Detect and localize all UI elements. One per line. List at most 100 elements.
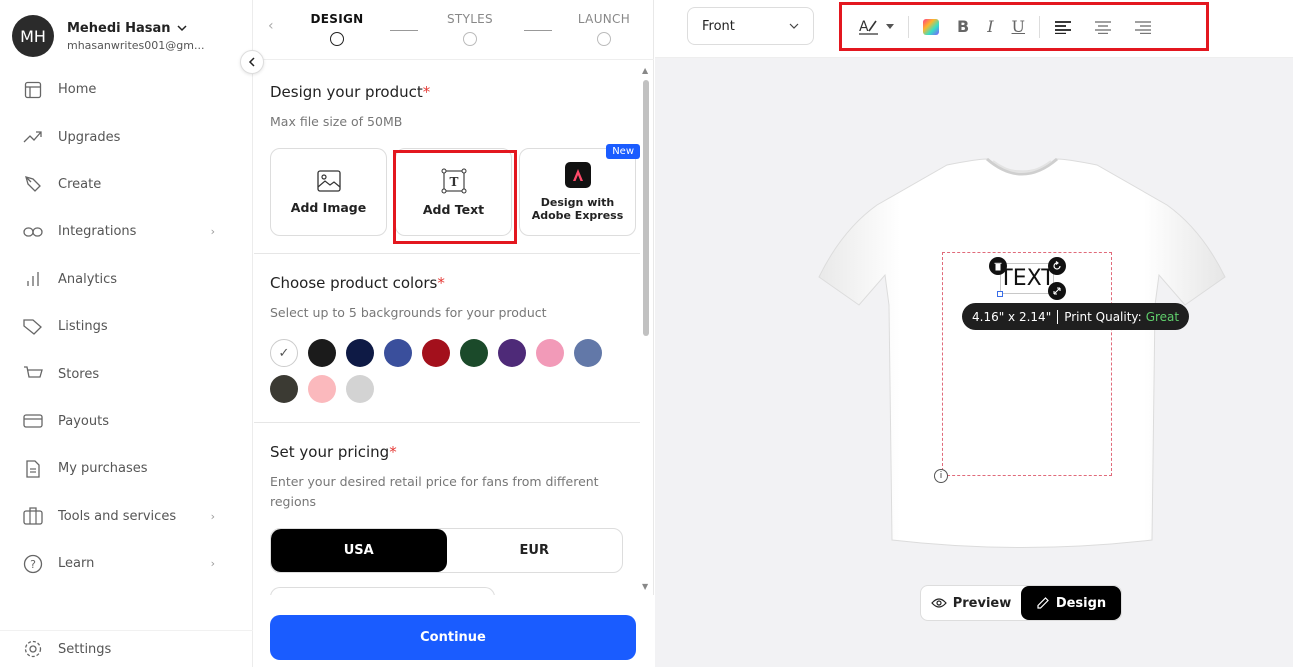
corner-handle[interactable] [997, 291, 1003, 297]
pricing-section-subtitle: Enter your desired retail price for fans… [270, 474, 599, 509]
scroll-up-icon[interactable]: ▲ [642, 66, 648, 75]
sidebar-item-label: Listings [58, 319, 108, 335]
sidebar: MH Mehedi Hasan mhasanwrites001@gm... Ho… [0, 0, 253, 667]
chevron-left-icon [248, 57, 255, 67]
italic-button[interactable]: I [987, 15, 993, 39]
add-text-highlight [393, 150, 517, 244]
font-style-button[interactable]: A [858, 15, 894, 39]
continue-button[interactable]: Continue [270, 615, 636, 660]
step-design[interactable]: DESIGN [310, 12, 364, 46]
currency-toggle: USA EUR [270, 528, 623, 573]
step-launch[interactable]: LAUNCH [576, 12, 632, 46]
step-connector [390, 30, 418, 31]
sidebar-item-listings[interactable]: Listings [0, 303, 253, 350]
scroll-down-icon[interactable]: ▼ [642, 582, 648, 591]
sidebar-item-payouts[interactable]: Payouts [0, 398, 253, 445]
sidebar-item-label: Upgrades [58, 129, 121, 145]
adobe-express-label: Design with Adobe Express [531, 196, 624, 222]
design-options-scroll[interactable]: Design your product* Max file size of 50… [254, 61, 644, 595]
tag-icon [23, 317, 43, 337]
design-mode-button[interactable]: Design [1021, 586, 1121, 620]
avatar[interactable]: MH [12, 15, 54, 57]
panel-scrollbar[interactable]: ▲ ▼ [642, 64, 650, 591]
image-icon [316, 169, 341, 192]
sidebar-item-home[interactable]: Home [0, 66, 253, 113]
sidebar-item-tools-and-services[interactable]: Tools and services › [0, 493, 253, 540]
mode-toggle: Preview Design [920, 585, 1122, 621]
eye-icon [930, 598, 947, 608]
underline-button[interactable]: U [1012, 15, 1025, 39]
color-swatch[interactable] [346, 375, 374, 403]
sidebar-item-analytics[interactable]: Analytics [0, 256, 253, 303]
align-left-button[interactable] [1054, 15, 1072, 39]
color-swatch[interactable] [498, 339, 526, 367]
sidebar-item-label: Payouts [58, 413, 109, 429]
bold-button[interactable]: B [957, 15, 969, 39]
currency-usa-tab[interactable]: USA [271, 529, 447, 572]
chevron-right-icon: › [210, 225, 215, 239]
step-styles[interactable]: STYLES [442, 12, 498, 46]
back-chevron-icon[interactable]: ‹ [268, 18, 274, 34]
color-swatch[interactable] [346, 339, 374, 367]
design-section-subtitle: Max file size of 50MB [270, 114, 403, 129]
sidebar-item-label: Create [58, 176, 102, 192]
sidebar-item-learn[interactable]: ? Learn › [0, 540, 253, 587]
sidebar-item-label: Stores [58, 366, 100, 382]
section-divider [254, 422, 640, 423]
sidebar-item-label: Analytics [58, 271, 118, 287]
align-left-icon [1055, 20, 1072, 34]
sidebar-item-upgrades[interactable]: Upgrades [0, 113, 253, 160]
sidebar-item-label: Learn [58, 556, 95, 572]
chevron-down-icon [789, 23, 799, 29]
pencil-icon [1037, 597, 1049, 609]
colors-section-title: Choose product colors* [270, 274, 445, 292]
step-indicator [463, 32, 477, 46]
sidebar-item-my-purchases[interactable]: My purchases [0, 445, 253, 492]
text-color-button[interactable] [923, 15, 939, 39]
sidebar-item-integrations[interactable]: Integrations › [0, 208, 253, 255]
sidebar-item-settings[interactable]: Settings [0, 630, 253, 667]
collapse-sidebar-button[interactable] [240, 50, 264, 74]
align-right-button[interactable] [1134, 15, 1152, 39]
rotate-handle[interactable] [1048, 257, 1066, 275]
adobe-express-icon [564, 162, 591, 188]
align-center-button[interactable] [1094, 15, 1112, 39]
color-swatch[interactable] [422, 339, 450, 367]
profile-email: mhasanwrites001@gm... [67, 38, 205, 52]
svg-text:?: ? [30, 558, 36, 571]
color-swatch[interactable] [308, 339, 336, 367]
delete-handle[interactable] [989, 257, 1007, 275]
section-divider [254, 253, 640, 254]
bar-chart-icon [23, 269, 43, 289]
chevron-right-icon: › [210, 509, 215, 523]
color-swatch[interactable] [308, 375, 336, 403]
price-input[interactable] [270, 587, 495, 595]
currency-eur-tab[interactable]: EUR [447, 529, 623, 572]
step-indicator [330, 32, 344, 46]
trend-up-icon [23, 127, 43, 147]
svg-text:A: A [859, 19, 869, 35]
color-swatch[interactable] [536, 339, 564, 367]
color-swatch[interactable] [270, 375, 298, 403]
profile-menu[interactable]: MH Mehedi Hasan mhasanwrites001@gm... [12, 15, 204, 57]
view-select[interactable]: Front [687, 7, 814, 45]
design-section-title: Design your product* [270, 83, 431, 101]
color-swatch[interactable]: ✓ [270, 339, 298, 367]
text-object[interactable]: TEXT [999, 263, 1055, 294]
step-indicator [597, 32, 611, 46]
sidebar-item-label: My purchases [58, 461, 148, 477]
profile-name: Mehedi Hasan [67, 20, 171, 36]
adobe-express-button[interactable]: New Design with Adobe Express [519, 144, 640, 236]
sidebar-item-create[interactable]: Create [0, 161, 253, 208]
preview-button[interactable]: Preview [921, 586, 1021, 620]
add-image-button[interactable]: Add Image [270, 148, 387, 236]
sidebar-item-stores[interactable]: Stores [0, 350, 253, 397]
toolbox-icon [23, 506, 43, 526]
color-swatch[interactable] [384, 339, 412, 367]
resize-handle[interactable] [1048, 282, 1066, 300]
new-badge: New [606, 144, 640, 159]
color-swatch[interactable] [460, 339, 488, 367]
color-swatch[interactable] [574, 339, 602, 367]
info-icon[interactable]: i [934, 469, 948, 483]
scrollbar-thumb[interactable] [643, 80, 649, 336]
